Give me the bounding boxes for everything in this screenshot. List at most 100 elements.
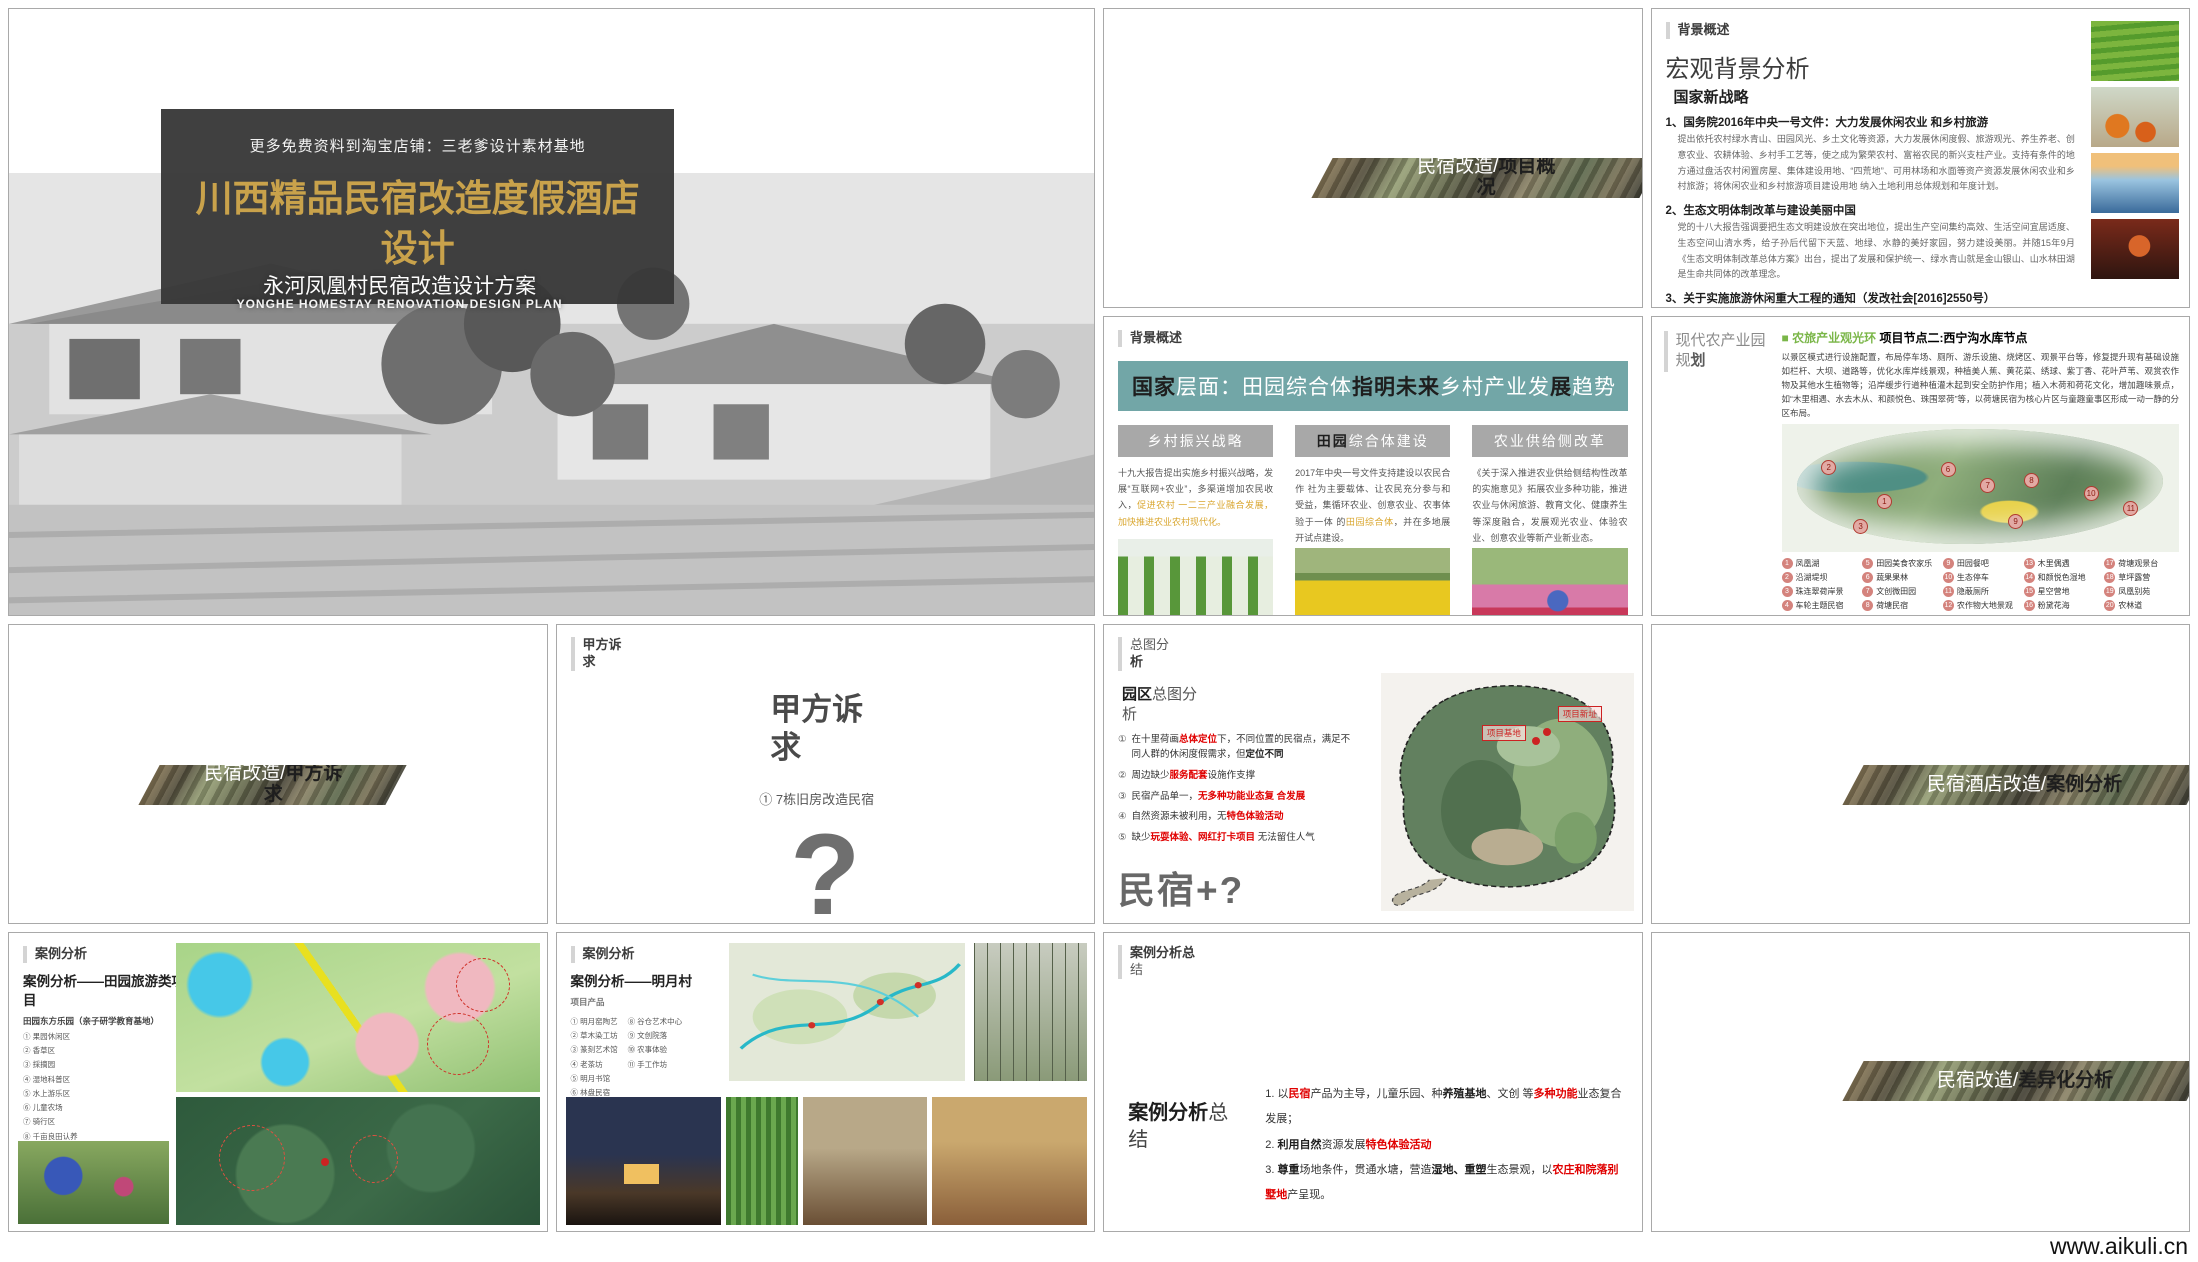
- slide-header: 现代农产业园规划: [1664, 331, 1780, 372]
- site-satellite-map: 项目基地 项目新址: [1381, 673, 1634, 911]
- legend-item: 13木里偶遇: [2024, 558, 2099, 569]
- slide-macro-background[interactable]: 背景概述 宏观背景分析 国家新战略 1、国务院2016年中央一号文件：大力发展休…: [1651, 8, 2191, 308]
- legend-num: 19: [2104, 586, 2115, 597]
- header-regular: 总图分: [1130, 637, 1169, 652]
- legend-item: 9田园餐吧: [1943, 558, 2018, 569]
- legend-num: 15: [2024, 586, 2035, 597]
- slide-header: 案例分析: [23, 946, 87, 963]
- section-banner: 民宿改造/差异化分析: [1842, 1061, 2190, 1101]
- slide-header: 背景概述: [1666, 22, 1730, 39]
- legend-num: 13: [2024, 558, 2035, 569]
- slide-header: 背景概述: [1118, 330, 1182, 347]
- legend-label: 木里偶遇: [2038, 558, 2070, 569]
- legend-num: 12: [1943, 600, 1954, 611]
- map-marker: 7: [1980, 478, 1995, 493]
- demand-point: ① 7栋旧房改造民宿: [759, 790, 891, 810]
- legend-label: 珠连翠荷岸景: [1796, 586, 1844, 597]
- legend-num: 2: [1782, 572, 1793, 583]
- column-supply-side-reform: 农业供给侧改革 《关于深入推进农业供给侧结构性改革的实施意见》拓展农业多种功能，…: [1472, 425, 1627, 616]
- slide-agri-park-plan[interactable]: 现代农产业园规划 ■ 农旅产业观光环 项目节点二:西宁沟水库节点 以景区模式进行…: [1651, 316, 2191, 616]
- legend-num: 11: [1943, 586, 1954, 597]
- legend-item: 16粉黛花海: [2024, 600, 2099, 611]
- map-marker: 8: [2024, 473, 2039, 488]
- map-marker: 6: [1941, 462, 1956, 477]
- route-map-illustration: [729, 943, 966, 1080]
- summary-point-3: 3. 尊重场地条件，贯通水塘，营造湿地、重塑生态景观，以农庄和院落别墅地产呈现。: [1265, 1158, 1625, 1209]
- reservoir-node-map: 1 2 3 6 7 8 9 10 11: [1782, 424, 2180, 552]
- header-bold: 案例分析总: [1130, 945, 1195, 960]
- tulip-garden-photo: [1472, 548, 1627, 616]
- banner-seg: 展: [1550, 376, 1572, 399]
- legend-label: 农作物大地景观: [1957, 600, 2013, 611]
- slide-masterplan-analysis[interactable]: 总图分析 园区总图分析 ①在十里荷画总体定位下，不同位置的民宿点，满足不同人群的…: [1103, 624, 1643, 924]
- tea-field-photo: [2091, 21, 2179, 81]
- map-legend: 1凤凰湖 2沿湖堤坝 3珠连翠荷岸景 4车轮主题民宿 5田园美食农家乐 6蔬果果…: [1782, 558, 2180, 611]
- map-marker: 9: [2008, 514, 2023, 529]
- section-banner: 民宿改造/项目概况: [1311, 158, 1643, 198]
- legend-item: 15星空营地: [2024, 586, 2099, 597]
- teal-statement-banner: 国家层面：田园综合体指明未来乡村产业发展趋势: [1118, 361, 1628, 411]
- legend-label: 星空营地: [2038, 586, 2070, 597]
- banner-seg: 趋势: [1572, 376, 1616, 399]
- summary-point-2: 2. 利用自然资源发展特色体验活动: [1265, 1133, 1625, 1158]
- summary-title: 案例分析总结: [1128, 1100, 1240, 1154]
- point-num: ③: [1118, 790, 1127, 805]
- column-pastoral-complex: 田园综合体建设 2017年中央一号文件支持建设以农民合 作 社为主要载体、让农民…: [1295, 425, 1450, 616]
- column-body: 2017年中央一号文件支持建设以农民合 作 社为主要载体、让农民充分参与和受益，…: [1295, 465, 1450, 546]
- plan-highlight-circle: [219, 1125, 285, 1191]
- list-item: ④ 老茶坊: [571, 1058, 618, 1072]
- slide-divider-client-demands[interactable]: 民宿改造/甲方诉求: [8, 624, 548, 924]
- tab-rest: 综合体建设: [1349, 433, 1429, 449]
- slide-case-summary[interactable]: 案例分析总结 案例分析总结 1. 以民宿产品为主导，儿童乐园、种养殖基地、文创 …: [1103, 932, 1643, 1232]
- legend-item: 12农作物大地景观: [1943, 600, 2018, 611]
- slide-case-mingyue-village[interactable]: 案例分析 案例分析——明月村 项目产品 ① 明月窑陶艺 ② 草木染工坊 ③ 篆刻…: [556, 932, 1096, 1232]
- night-village-photo: [2091, 219, 2179, 279]
- legend-label: 蔬果果林: [1876, 572, 1908, 583]
- garden-visitors-photo: [18, 1141, 169, 1224]
- section-banner-label: 民宿改造/差异化分析: [1937, 1071, 2113, 1092]
- section-banner-label: 民宿改造/项目概况: [1411, 158, 1561, 198]
- legend-item: 8荷塘民宿: [1862, 600, 1937, 611]
- rapeseed-field-photo: [1295, 548, 1450, 616]
- slide-header: 案例分析: [571, 946, 635, 963]
- banner-prefix: 民宿改造/: [203, 765, 284, 784]
- case-photo-strip: [566, 1097, 1088, 1225]
- case-title: 案例分析——田园旅游类项目: [23, 973, 193, 1011]
- banner-seg: 国家: [1132, 376, 1176, 399]
- banner-prefix: 民宿改造/: [1416, 158, 1497, 177]
- point-text: 周边缺少服务配套设施作支撑: [1132, 769, 1256, 784]
- legend-num: 9: [1943, 558, 1954, 569]
- legend-item: 18草坪露营: [2104, 572, 2179, 583]
- slide-divider-project-overview[interactable]: 民宿改造/项目概况: [1103, 8, 1643, 308]
- column-body: 十九大报告提出实施乡村振兴战略，发展“互联网+农业”，多渠道增加农民收入，促进农…: [1118, 465, 1273, 537]
- legend-num: 4: [1782, 600, 1793, 611]
- slide-case-pastoral-tourism[interactable]: 案例分析 案例分析——田园旅游类项目 田园东方乐园（亲子研学教育基地） ① 果园…: [8, 932, 548, 1232]
- policy-photo-column: [2091, 21, 2179, 279]
- header-regular: 现代农产业园规: [1676, 332, 1766, 369]
- point-num: ④: [1118, 810, 1127, 825]
- header-bold: 划: [1691, 352, 1706, 369]
- legend-label: 农林道: [2118, 600, 2142, 611]
- node-title: 项目节点二:西宁沟水库节点: [1879, 331, 2027, 345]
- policy-item-3: 3、关于实施旅游休闲重大工程的通知（发改社会[2016]2550号） 提出到20…: [1666, 290, 2176, 308]
- policy-body: 提出依托农村绿水青山、田园风光、乡土文化等资源，大力发展休闲度假、旅游观光、养生…: [1678, 132, 2075, 195]
- slide-divider-differentiation[interactable]: 民宿改造/差异化分析: [1651, 932, 2191, 1232]
- loop-tag: ■ 农旅产业观光环: [1782, 331, 1877, 345]
- analysis-point: ②周边缺少服务配套设施作支撑: [1118, 769, 1357, 784]
- slide-national-trend[interactable]: 背景概述 国家层面：田园综合体指明未来乡村产业发展趋势 乡村振兴战略 十九大报告…: [1103, 316, 1643, 616]
- legend-item: 5田园美食农家乐: [1862, 558, 1937, 569]
- watermark: www.aikuli.cn: [2050, 1233, 2188, 1260]
- legend-item: 19凤凰别苑: [2104, 586, 2179, 597]
- map-marker: 3: [1853, 519, 1868, 534]
- map-label-new-site: 项目新址: [1558, 706, 1602, 722]
- slide-grid: 更多免费资料到淘宝店铺：三老爹设计素材基地 川西精品民宿改造度假酒店设计 永河凤…: [8, 8, 2190, 1232]
- legend-num: 1: [1782, 558, 1793, 569]
- legend-num: 3: [1782, 586, 1793, 597]
- point-text: 民宿产品单一，无多种功能业态复 合发展: [1132, 790, 1306, 805]
- section-banner: 民宿酒店改造/案例分析: [1842, 765, 2190, 805]
- slide-title-cover[interactable]: 更多免费资料到淘宝店铺：三老爹设计素材基地 川西精品民宿改造度假酒店设计 永河凤…: [8, 8, 1095, 616]
- slide-client-demands[interactable]: 甲方诉求 甲方诉求 ① 7栋旧房改造民宿 ?: [556, 624, 1096, 924]
- slide-divider-case-study[interactable]: 民宿酒店改造/案例分析: [1651, 624, 2191, 924]
- column-body: 《关于深入推进农业供给侧结构性改革的实施意见》拓展农业多种功能，推进农业与休闲旅…: [1472, 465, 1627, 546]
- legend-item: 17荷塘观景台: [2104, 558, 2179, 569]
